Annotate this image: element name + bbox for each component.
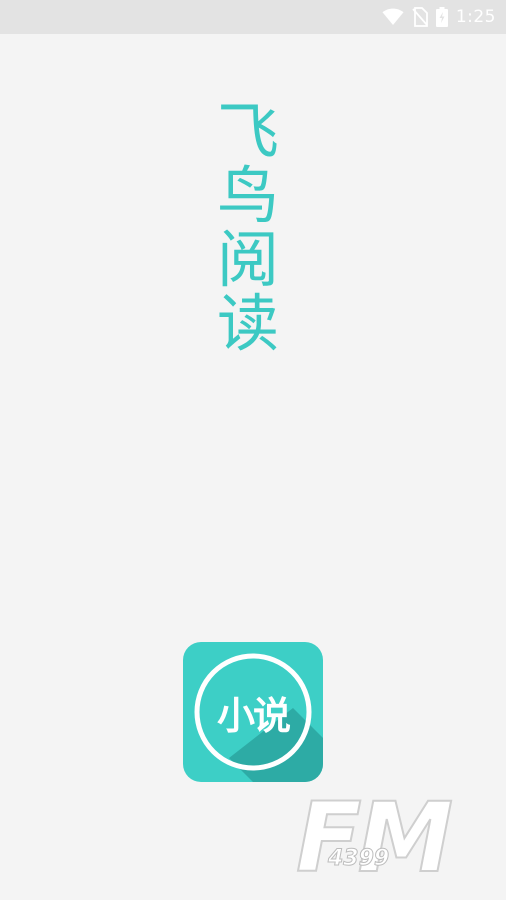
wifi-icon	[382, 8, 404, 26]
title-char: 鸟	[216, 159, 279, 232]
app-title: 飞 鸟 阅 读	[193, 100, 303, 356]
no-sim-icon	[412, 7, 428, 27]
status-time: 1:25	[455, 7, 496, 27]
title-char: 阅	[216, 223, 279, 296]
app-logo: 小说	[183, 642, 323, 782]
status-bar: 1:25	[0, 0, 506, 34]
watermark-number: 4399	[327, 846, 390, 872]
watermark-fm-text: FM	[295, 782, 454, 894]
battery-charging-icon	[435, 7, 448, 27]
title-char: 读	[216, 287, 279, 360]
watermark-logo: FM 4399	[295, 782, 476, 894]
status-icons: 1:25	[382, 0, 496, 34]
title-char: 飞	[216, 95, 279, 168]
logo-text: 小说	[216, 693, 291, 738]
